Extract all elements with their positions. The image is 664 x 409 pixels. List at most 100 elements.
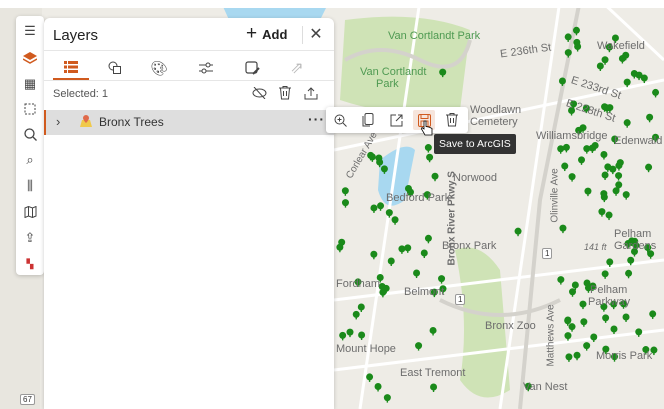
tree-point[interactable] [514,227,522,237]
tab-style[interactable]: 🎨︎ [141,56,177,80]
zoom-to-icon[interactable] [329,110,351,130]
tree-point[interactable] [420,249,428,259]
tree-point[interactable] [601,270,609,279]
tree-point[interactable] [377,202,385,211]
app-logo-icon[interactable]: ▚ [16,253,44,275]
tree-point[interactable] [430,383,438,392]
tree-point[interactable] [584,187,592,197]
tab-edit[interactable] [234,56,270,80]
tab-share[interactable]: ⇗ [279,56,315,80]
tree-point[interactable] [573,351,581,361]
close-icon[interactable]: ✕ [308,24,324,44]
layer-row[interactable]: › Bronx Trees ··· [44,110,334,135]
tab-properties[interactable] [188,56,224,80]
tree-point[interactable] [426,153,434,163]
tree-point[interactable] [429,326,437,336]
tree-point[interactable] [623,119,631,128]
tree-point[interactable] [376,158,384,168]
tree-point[interactable] [357,303,365,312]
tree-point[interactable] [580,318,588,327]
tree-point[interactable] [559,224,567,234]
tree-point[interactable] [558,77,566,86]
chart-icon[interactable]: ⫼ [16,175,44,197]
tree-point[interactable] [610,325,618,335]
qr-grid-icon[interactable]: ▦ [16,73,44,95]
tree-point[interactable] [439,68,447,78]
tree-point[interactable] [572,26,580,36]
open-external-icon[interactable] [385,110,407,130]
tree-point[interactable] [590,333,598,342]
tree-point[interactable] [565,353,573,362]
more-options-icon[interactable]: ··· [308,111,325,127]
tree-point[interactable] [606,258,614,267]
duplicate-icon[interactable] [357,110,379,130]
tree-point[interactable] [564,33,572,42]
delete-icon[interactable] [276,84,294,102]
add-layer-button[interactable]: + Add [246,24,287,43]
tree-point[interactable] [569,288,577,297]
tree-point[interactable] [601,171,609,180]
tree-point[interactable] [578,156,586,165]
tree-point[interactable] [600,150,608,160]
tree-point[interactable] [424,144,432,153]
delete-icon[interactable] [441,110,463,130]
tree-point[interactable] [380,165,388,174]
tree-point[interactable] [431,172,439,182]
tree-point[interactable] [385,209,393,218]
tag-search-icon[interactable]: ⌕ [16,149,44,171]
tree-point[interactable] [391,216,399,225]
tree-point[interactable] [568,173,576,182]
tree-point[interactable] [339,331,347,341]
tree-point[interactable] [370,250,378,260]
tree-point[interactable] [602,314,610,323]
tree-point[interactable] [564,49,572,58]
tree-point[interactable] [368,153,376,162]
tree-point[interactable] [623,78,631,88]
chevron-right-icon[interactable]: › [56,114,60,129]
tree-point[interactable] [562,143,570,153]
menu-icon[interactable]: ☰ [16,20,44,42]
export-icon[interactable] [302,84,320,102]
tree-point[interactable] [366,373,374,382]
tree-point[interactable] [383,394,391,403]
tree-point[interactable] [374,382,382,392]
tree-point[interactable] [413,269,421,279]
tree-point[interactable] [557,276,565,285]
tree-point[interactable] [579,300,587,310]
tree-point[interactable] [598,208,606,217]
tree-point[interactable] [341,187,349,196]
tree-point[interactable] [652,88,660,98]
tree-point[interactable] [424,234,432,244]
tree-point[interactable] [564,332,572,341]
tree-point[interactable] [622,313,630,322]
tree-point[interactable] [561,162,569,172]
tree-point[interactable] [645,163,653,173]
layers-icon[interactable] [16,47,44,69]
tree-point[interactable] [438,275,446,284]
tree-point[interactable] [583,342,591,351]
tree-point[interactable] [609,165,617,175]
tree-point[interactable] [625,269,633,279]
tab-create[interactable] [97,56,133,80]
tree-point[interactable] [358,331,366,340]
tree-point[interactable] [341,199,349,208]
tree-point[interactable] [622,191,630,200]
tree-point[interactable] [415,342,423,351]
tree-point[interactable] [627,256,635,266]
tree-point[interactable] [346,328,354,338]
tree-point[interactable] [387,257,395,267]
search-icon[interactable] [16,123,44,145]
tree-point[interactable] [583,145,591,154]
tree-point[interactable] [370,204,378,213]
tree-point[interactable] [646,113,654,123]
share-icon[interactable]: ⇪ [16,227,44,249]
tree-point[interactable] [618,54,626,64]
tree-point[interactable] [615,172,623,181]
tree-point[interactable] [649,310,657,319]
tree-point[interactable] [635,328,643,337]
hide-icon[interactable] [250,84,268,102]
tree-point[interactable] [568,323,576,332]
select-area-icon[interactable] [16,98,44,120]
map-icon[interactable] [16,201,44,223]
tree-point[interactable] [336,243,344,253]
